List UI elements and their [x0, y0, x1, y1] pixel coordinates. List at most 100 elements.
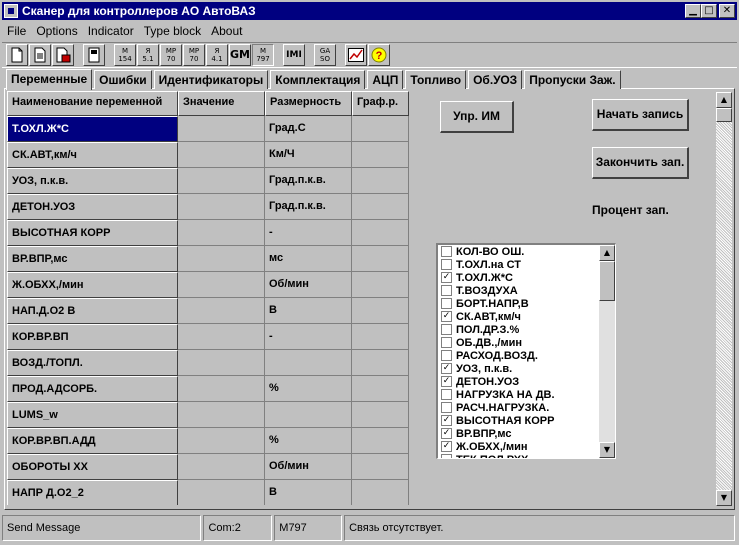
- checkbox-checked[interactable]: ✓: [441, 311, 452, 322]
- grid-cell-value[interactable]: [178, 350, 265, 376]
- grid-cell-name[interactable]: СК.АВТ,км/ч: [7, 142, 178, 168]
- column-header-graph[interactable]: Граф.р.: [352, 91, 409, 116]
- new-file-icon[interactable]: [6, 44, 28, 66]
- grid-cell-unit[interactable]: Град.С: [265, 116, 352, 142]
- grid-cell-unit[interactable]: [265, 402, 352, 428]
- device-icon[interactable]: [83, 44, 105, 66]
- mode-mp70-2-icon[interactable]: MP 70: [183, 44, 205, 66]
- checkbox[interactable]: [441, 298, 452, 309]
- tab-errors[interactable]: Ошибки: [94, 70, 152, 89]
- grid-cell-graph[interactable]: [352, 272, 409, 298]
- checkbox-checked[interactable]: ✓: [441, 272, 452, 283]
- grid-cell-unit[interactable]: В: [265, 298, 352, 324]
- list-item[interactable]: ПОЛ.ДР.З.%: [438, 323, 615, 336]
- list-item[interactable]: ✓ ДЕТОН.УОЗ: [438, 375, 615, 388]
- grid-cell-name[interactable]: КОР.ВР.ВП: [7, 324, 178, 350]
- menu-type-block[interactable]: Type block: [139, 24, 206, 38]
- grid-cell-name[interactable]: ВОЗД./ТОПЛ.: [7, 350, 178, 376]
- mode-ya51-icon[interactable]: Я 5.1: [137, 44, 159, 66]
- grid-cell-graph[interactable]: [352, 246, 409, 272]
- scroll-thumb[interactable]: [716, 108, 732, 122]
- grid-cell-graph[interactable]: [352, 376, 409, 402]
- list-item[interactable]: ТЕК.ПОЛ.РХХ: [438, 453, 615, 458]
- table-row[interactable]: НАП.Д.О2 В В: [7, 298, 409, 324]
- checkbox[interactable]: [441, 337, 452, 348]
- grid-cell-value[interactable]: [178, 272, 265, 298]
- grid-cell-graph[interactable]: [352, 116, 409, 142]
- column-header-name[interactable]: Наименование переменной: [7, 91, 178, 116]
- checkbox[interactable]: [441, 324, 452, 335]
- grid-cell-name[interactable]: УОЗ, п.к.в.: [7, 168, 178, 194]
- checkbox[interactable]: [441, 389, 452, 400]
- table-row[interactable]: НАПР Д.О2_2 В: [7, 480, 409, 505]
- grid-cell-graph[interactable]: [352, 454, 409, 480]
- checkbox[interactable]: [441, 454, 452, 458]
- checkbox[interactable]: [441, 246, 452, 257]
- list-item[interactable]: БОРТ.НАПР,В: [438, 297, 615, 310]
- grid-cell-unit[interactable]: %: [265, 428, 352, 454]
- maximize-button[interactable]: □: [701, 4, 717, 18]
- mode-m154-icon[interactable]: M 154: [114, 44, 136, 66]
- grid-cell-unit[interactable]: Град.п.к.в.: [265, 194, 352, 220]
- grid-cell-value[interactable]: [178, 324, 265, 350]
- mode-imi-icon[interactable]: IMI: [283, 44, 305, 66]
- table-row[interactable]: КОР.ВР.ВП -: [7, 324, 409, 350]
- table-row[interactable]: ПРОД.АДСОРБ.%: [7, 376, 409, 402]
- grid-cell-name[interactable]: LUMS_w: [7, 402, 178, 428]
- tab-misfires[interactable]: Пропуски Заж.: [524, 70, 621, 89]
- grid-cell-name[interactable]: Ж.ОБХХ,/мин: [7, 272, 178, 298]
- grid-cell-graph[interactable]: [352, 194, 409, 220]
- minimize-button[interactable]: ▁: [685, 4, 701, 18]
- scroll-thumb[interactable]: [599, 261, 615, 301]
- panel-scrollbar[interactable]: ▲ ▼: [716, 92, 732, 506]
- tab-variables[interactable]: Переменные: [6, 69, 93, 90]
- table-row[interactable]: КОР.ВР.ВП.АДД%: [7, 428, 409, 454]
- list-item[interactable]: РАСХОД.ВОЗД.: [438, 349, 615, 362]
- chart-icon[interactable]: [345, 44, 367, 66]
- grid-cell-name[interactable]: НАПР Д.О2_2: [7, 480, 178, 505]
- tab-fuel[interactable]: Топливо: [405, 70, 467, 89]
- mode-gaso-icon[interactable]: GA SO: [314, 44, 336, 66]
- grid-cell-graph[interactable]: [352, 350, 409, 376]
- grid-cell-graph[interactable]: [352, 168, 409, 194]
- tab-adc[interactable]: АЦП: [367, 70, 404, 89]
- table-row[interactable]: ДЕТОН.УОЗ Град.п.к.в.: [7, 194, 409, 220]
- grid-cell-graph[interactable]: [352, 298, 409, 324]
- list-item[interactable]: Т.ОХЛ.на СТ: [438, 258, 615, 271]
- app-icon[interactable]: [4, 4, 18, 18]
- stop-record-button[interactable]: Закончить зап.: [592, 147, 689, 179]
- grid-cell-value[interactable]: [178, 168, 265, 194]
- grid-cell-unit[interactable]: %: [265, 376, 352, 402]
- column-header-unit[interactable]: Размерность: [265, 91, 352, 116]
- help-icon[interactable]: ?: [368, 44, 390, 66]
- grid-cell-value[interactable]: [178, 402, 265, 428]
- table-row[interactable]: ВР.ВПР,мс мс: [7, 246, 409, 272]
- list-item[interactable]: ✓ УОЗ, п.к.в.: [438, 362, 615, 375]
- close-button[interactable]: ✕: [719, 4, 735, 18]
- checkbox[interactable]: [441, 285, 452, 296]
- grid-cell-value[interactable]: [178, 116, 265, 142]
- list-item[interactable]: ✓ СК.АВТ,км/ч: [438, 310, 615, 323]
- grid-cell-name[interactable]: ОБОРОТЫ ХХ: [7, 454, 178, 480]
- grid-cell-value[interactable]: [178, 454, 265, 480]
- table-row[interactable]: Ж.ОБХХ,/мин Об/мин: [7, 272, 409, 298]
- checkbox-checked[interactable]: ✓: [441, 415, 452, 426]
- list-item[interactable]: ✓ Ж.ОБХХ,/мин: [438, 440, 615, 453]
- grid-cell-graph[interactable]: [352, 142, 409, 168]
- checkbox-checked[interactable]: ✓: [441, 363, 452, 374]
- list-item[interactable]: КОЛ-ВО ОШ.: [438, 245, 615, 258]
- grid-cell-name[interactable]: ДЕТОН.УОЗ: [7, 194, 178, 220]
- list-item[interactable]: ✓ Т.ОХЛ.Ж*С: [438, 271, 615, 284]
- grid-cell-value[interactable]: [178, 194, 265, 220]
- grid-cell-unit[interactable]: Град.п.к.в.: [265, 168, 352, 194]
- checklist-scrollbar[interactable]: ▲ ▼: [599, 245, 615, 458]
- grid-cell-graph[interactable]: [352, 402, 409, 428]
- table-row[interactable]: Т.ОХЛ.Ж*С Град.С: [7, 116, 409, 142]
- table-row[interactable]: ВОЗД./ТОПЛ.: [7, 350, 409, 376]
- grid-cell-graph[interactable]: [352, 480, 409, 505]
- scroll-up-icon[interactable]: ▲: [599, 245, 615, 261]
- mode-ya41-icon[interactable]: Я 4.1: [206, 44, 228, 66]
- table-row[interactable]: СК.АВТ,км/ч Км/Ч: [7, 142, 409, 168]
- open-file-icon[interactable]: [29, 44, 51, 66]
- mode-gm-icon[interactable]: GM: [229, 44, 251, 66]
